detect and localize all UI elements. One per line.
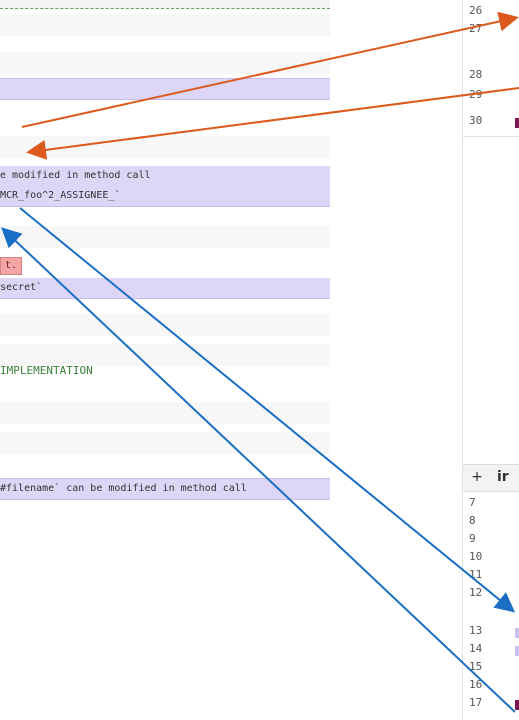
change-marker [515, 118, 519, 128]
left-diff-pane: e modified in method call MCR_foo^2_ASSI… [0, 0, 348, 720]
diff-line [0, 52, 330, 74]
line-number: 8 [469, 514, 476, 527]
file-header: + ir [463, 464, 519, 492]
line-number: 12 [469, 586, 483, 599]
line-number: 16 [469, 678, 483, 691]
line-number: 11 [469, 568, 483, 581]
comment-highlight-line[interactable] [0, 78, 330, 100]
diff-line [0, 432, 330, 454]
comment-text: secret` [0, 282, 43, 293]
diff-line [0, 136, 330, 158]
code-text: IMPLEMENTATION [0, 364, 93, 377]
diff-line: t. [0, 254, 330, 276]
line-number: 28 [469, 68, 483, 81]
line-number: 9 [469, 532, 476, 545]
comment-text: #filename` can be modified in method cal… [0, 483, 247, 494]
diff-line [0, 14, 330, 36]
divider [463, 136, 519, 137]
comment-text: e modified in method call [0, 170, 151, 181]
file-title[interactable]: ir [497, 468, 509, 486]
diff-line [0, 226, 330, 248]
right-diff-pane: 26 27 28 29 30 + ir 7 8 9 10 11 12 13 14… [462, 0, 519, 720]
comment-highlight-line[interactable]: MCR_foo^2_ASSIGNEE_` [0, 186, 330, 207]
comment-marker [515, 646, 519, 656]
line-number: 7 [469, 496, 476, 509]
line-number: 10 [469, 550, 483, 563]
line-number: 17 [469, 696, 483, 709]
diff-line: IMPLEMENTATION [0, 360, 330, 382]
comment-highlight-line[interactable]: secret` [0, 278, 330, 299]
comment-highlight-line[interactable]: e modified in method call [0, 166, 330, 186]
line-number: 30 [469, 114, 483, 127]
expand-file-button[interactable]: + [468, 468, 486, 486]
line-number: 27 [469, 22, 483, 35]
line-number: 26 [469, 4, 483, 17]
comment-marker [515, 628, 519, 638]
diff-line [0, 402, 330, 424]
comment-highlight-line[interactable]: #filename` can be modified in method cal… [0, 478, 330, 500]
comment-text: MCR_foo^2_ASSIGNEE_` [0, 190, 121, 201]
line-number: 13 [469, 624, 483, 637]
line-number: 15 [469, 660, 483, 673]
line-number: 14 [469, 642, 483, 655]
change-marker [515, 700, 519, 710]
error-badge[interactable]: t. [0, 257, 23, 275]
hunk-separator [0, 0, 330, 9]
line-number: 29 [469, 88, 483, 101]
diff-line [0, 314, 330, 336]
